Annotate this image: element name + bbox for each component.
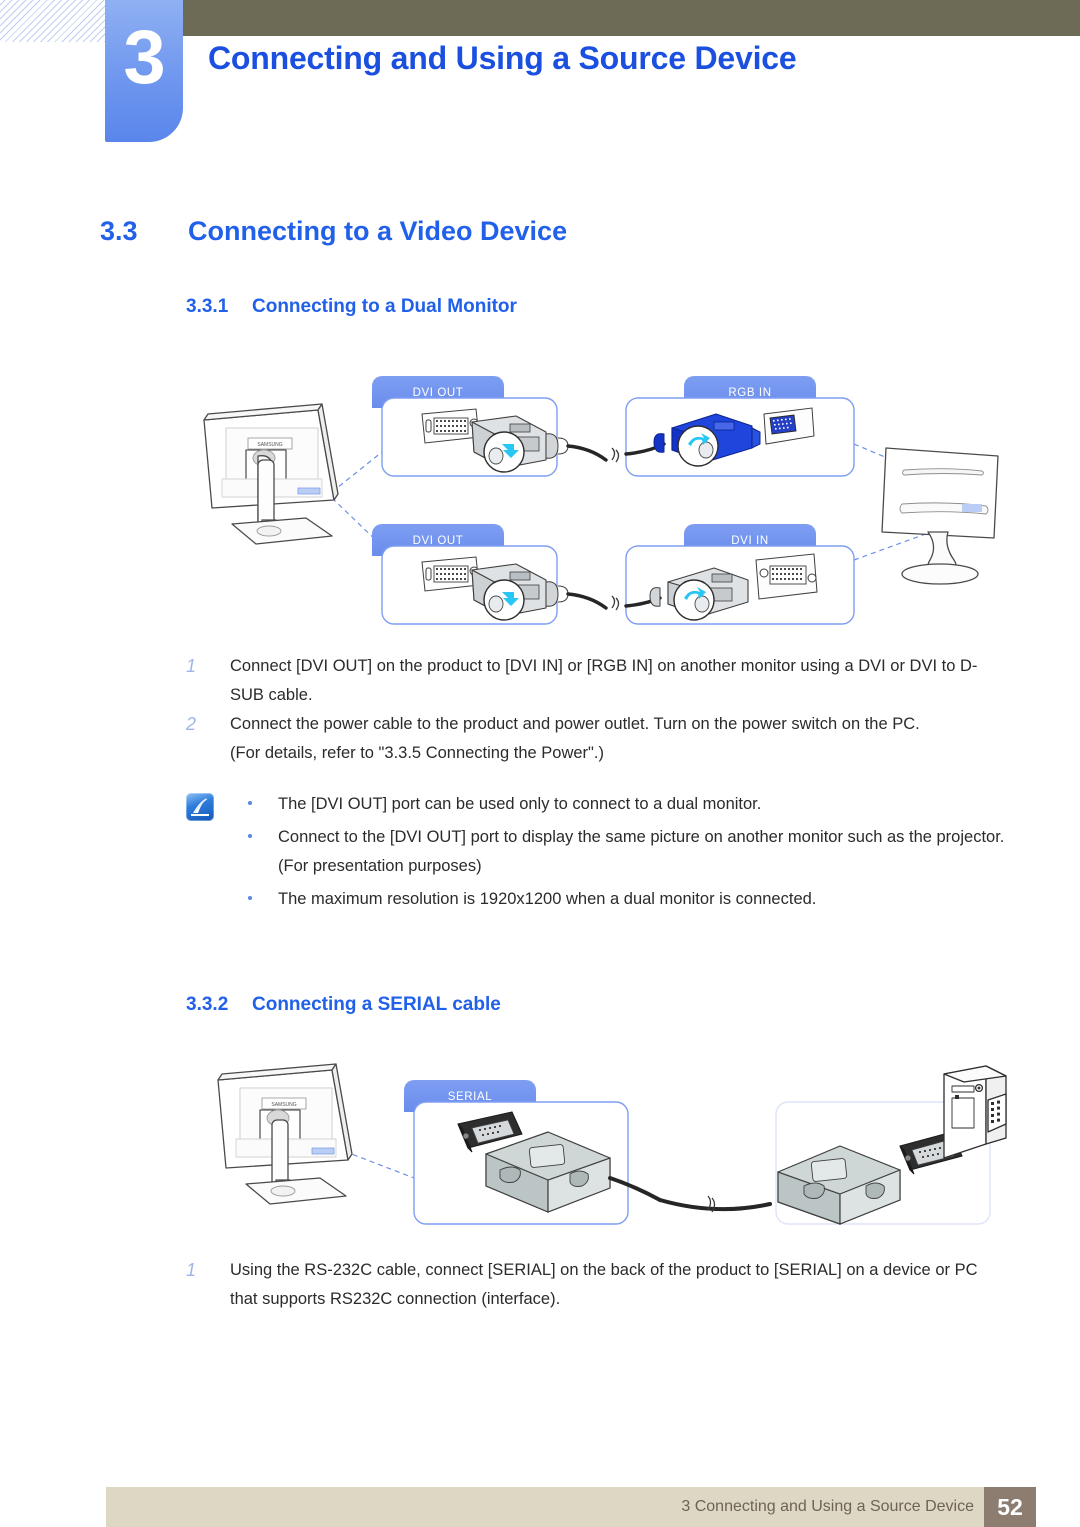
note-text: The maximum resolution is 1920x1200 when… xyxy=(278,890,817,908)
note-list: The [DVI OUT] port can be used only to c… xyxy=(248,790,1016,914)
note-text: Connect to the [DVI OUT] port to display… xyxy=(278,828,1005,846)
step-item: 2 Connect the power cable to the product… xyxy=(186,710,1006,768)
pc-tower-illustration xyxy=(943,1065,1007,1159)
cable-break-marks xyxy=(611,447,620,611)
magnifier-bubble-top-left xyxy=(483,431,525,473)
note-subtext: (For presentation purposes) xyxy=(278,857,482,875)
page-footer: 3 Connecting and Using a Source Device 5… xyxy=(106,1487,1036,1527)
subsection-number: 3.3.1 xyxy=(186,296,229,317)
chapter-title: Connecting and Using a Source Device xyxy=(208,40,797,76)
figure-serial-connection: SAMSUNG SERIAL xyxy=(200,1062,1016,1242)
note-item: The [DVI OUT] port can be used only to c… xyxy=(248,790,1016,819)
page-number: 52 xyxy=(984,1487,1036,1527)
callout-label-rgb-in: RGB IN xyxy=(728,387,771,399)
second-monitor-illustration xyxy=(881,447,999,585)
callout-label-serial: SERIAL xyxy=(448,1091,493,1103)
chapter-tab: 3 xyxy=(105,0,183,142)
step-item: 1 Connect [DVI OUT] on the product to [D… xyxy=(186,652,1006,710)
note-block: The [DVI OUT] port can be used only to c… xyxy=(186,790,1016,918)
footer-chapter-text: 3 Connecting and Using a Source Device xyxy=(681,1498,974,1515)
section-heading: 3.3 Connecting to a Video Device xyxy=(100,216,567,247)
step-subtext: (For details, refer to "3.3.5 Connecting… xyxy=(230,744,604,762)
step-number: 1 xyxy=(186,656,197,676)
magnifier-bubble-bottom-left xyxy=(483,579,525,621)
callout-serial: SERIAL xyxy=(404,1080,662,1225)
chapter-number: 3 xyxy=(123,15,165,100)
callout-dvi-out-top: DVI OUT xyxy=(372,376,608,477)
step-number: 2 xyxy=(186,714,197,734)
hatch-decoration-icon xyxy=(0,0,112,42)
callout-label-dvi-out-bottom: DVI OUT xyxy=(413,535,464,547)
note-pencil-icon xyxy=(186,793,214,821)
bullet-icon xyxy=(248,834,252,838)
subsection-title: Connecting to a Dual Monitor xyxy=(252,296,517,317)
monitor-brand-label: SAMSUNG xyxy=(257,442,282,448)
magnifier-bubble-rgb xyxy=(677,425,719,467)
step-text: Using the RS-232C cable, connect [SERIAL… xyxy=(230,1261,978,1308)
monitor-brand-label: SAMSUNG xyxy=(271,1102,296,1108)
note-item: The maximum resolution is 1920x1200 when… xyxy=(248,885,1016,914)
callout-dvi-out-bottom: DVI OUT xyxy=(372,524,608,625)
bullet-icon xyxy=(248,801,252,805)
callout-label-dvi-out-top: DVI OUT xyxy=(413,387,464,399)
subsection-number: 3.3.2 xyxy=(186,994,229,1015)
note-text: The [DVI OUT] port can be used only to c… xyxy=(278,795,762,813)
section-number: 3.3 xyxy=(100,216,138,246)
step-text: Connect the power cable to the product a… xyxy=(230,715,920,733)
product-monitor-rear-illustration: SAMSUNG xyxy=(203,403,339,545)
callout-dvi-in: DVI IN xyxy=(624,524,855,625)
dvi-port-receptacle xyxy=(755,553,818,600)
subsection-heading-serial-cable: 3.3.2 Connecting a SERIAL cable xyxy=(186,994,501,1016)
product-monitor-rear-illustration-serial: SAMSUNG xyxy=(217,1063,353,1205)
page-header: 3 Connecting and Using a Source Device xyxy=(0,0,1080,150)
step-number: 1 xyxy=(186,1260,197,1280)
callout-label-dvi-in: DVI IN xyxy=(731,535,768,547)
figure-dual-monitor-connection: SAMSUNG DVI OUT DVI OUT RGB IN DVI IN xyxy=(186,352,1016,642)
step-text: Connect [DVI OUT] on the product to [DVI… xyxy=(230,657,978,704)
magnifier-bubble-dvi-in xyxy=(673,579,715,621)
note-item: Connect to the [DVI OUT] port to display… xyxy=(248,823,1016,881)
bullet-icon xyxy=(248,896,252,900)
step-item: 1 Using the RS-232C cable, connect [SERI… xyxy=(186,1256,1006,1314)
serial-diagram-svg: SAMSUNG SERIAL xyxy=(217,1063,1007,1225)
header-olive-bar xyxy=(106,0,1080,36)
subsection-title: Connecting a SERIAL cable xyxy=(252,994,501,1015)
subsection-heading-dual-monitor: 3.3.1 Connecting to a Dual Monitor xyxy=(186,296,517,318)
callout-rgb-in: RGB IN xyxy=(624,376,855,477)
section-title: Connecting to a Video Device xyxy=(188,216,568,246)
dual-monitor-diagram-svg: SAMSUNG DVI OUT DVI OUT RGB IN DVI IN xyxy=(203,376,999,625)
